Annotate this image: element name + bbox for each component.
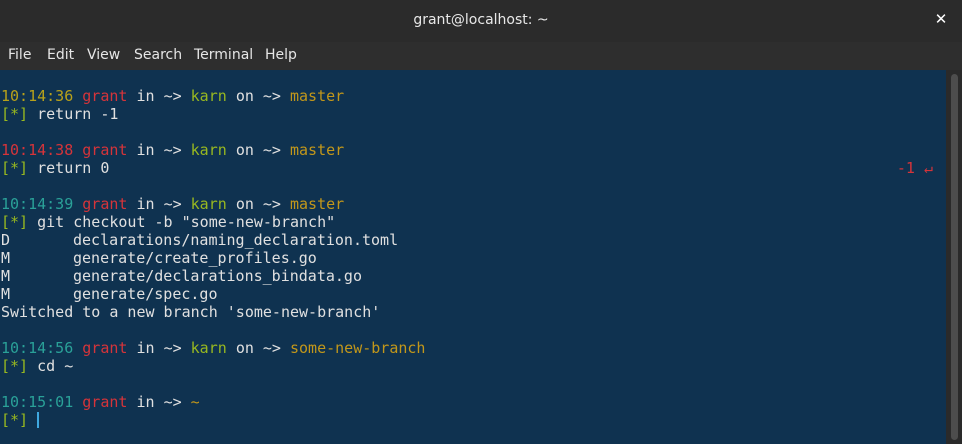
prompt-time: 10:14:38 (1, 141, 74, 159)
prompt-in: in (136, 339, 155, 357)
output-line: Mgenerate/create_profiles.go (1, 249, 317, 267)
close-button[interactable]: ✕ (934, 11, 948, 27)
prompt-arrow: ~> (163, 339, 182, 357)
prompt-arrow: ~> (262, 339, 281, 357)
terminal-window: grant@localhost: ~ ✕ File Edit View Sear… (0, 0, 962, 444)
prompt-marker: [*] (1, 213, 29, 231)
prompt-arrow: ~> (163, 141, 182, 159)
return-code: -1 ↵ (896, 159, 933, 177)
prompt-on: on (235, 195, 254, 213)
output-line: Switched to a new branch 'some-new-branc… (1, 303, 381, 321)
prompt-on: on (235, 141, 254, 159)
prompt-time: 10:14:39 (1, 195, 74, 213)
prompt-arrow: ~> (262, 141, 281, 159)
command-text: git checkout -b "some-new-branch" (37, 213, 336, 231)
text-cursor (37, 412, 40, 428)
menu-search[interactable]: Search (134, 47, 182, 63)
prompt-time: 10:14:56 (1, 339, 74, 357)
prompt-in: in (136, 393, 155, 411)
command-line[interactable]: [*] (1, 411, 40, 429)
menu-file[interactable]: File (8, 47, 31, 63)
menu-bar: File Edit View Search Terminal Help (0, 42, 962, 70)
prompt-dir: ~ (190, 393, 200, 411)
prompt-line: 10:15:01 grant in ~> ~ (1, 393, 200, 411)
command-text: return -1 (37, 105, 119, 123)
file-path: declarations/naming_declaration.toml (73, 231, 399, 249)
prompt-time: 10:14:36 (1, 87, 74, 105)
prompt-branch: some-new-branch (290, 339, 426, 357)
command-line: [*] return 0 -1 ↵ (1, 159, 941, 177)
file-path: generate/create_profiles.go (73, 249, 317, 267)
prompt-time: 10:15:01 (1, 393, 74, 411)
prompt-marker: [*] (1, 411, 29, 429)
file-status: M (1, 267, 11, 285)
command-line: [*] git checkout -b "some-new-branch" (1, 213, 335, 231)
command-line: [*] return -1 (1, 105, 941, 123)
prompt-line: 10:14:36 grant in ~> karn on ~> master (1, 87, 344, 105)
prompt-user: grant (82, 141, 128, 159)
file-status: M (1, 285, 11, 303)
menu-view[interactable]: View (87, 47, 120, 63)
file-path: generate/declarations_bindata.go (73, 267, 362, 285)
prompt-branch: master (290, 141, 345, 159)
prompt-on: on (235, 87, 254, 105)
vertical-scrollbar[interactable] (946, 70, 962, 444)
prompt-branch: master (290, 195, 345, 213)
title-bar[interactable]: grant@localhost: ~ ✕ (0, 0, 962, 42)
prompt-dir: karn (190, 141, 227, 159)
prompt-arrow: ~> (163, 87, 182, 105)
command-text: cd ~ (37, 357, 74, 375)
output-line: Mgenerate/declarations_bindata.go (1, 267, 362, 285)
prompt-branch: master (290, 87, 345, 105)
prompt-user: grant (82, 87, 128, 105)
command-line: [*] cd ~ (1, 357, 73, 375)
prompt-user: grant (82, 195, 128, 213)
prompt-in: in (136, 141, 155, 159)
prompt-arrow: ~> (262, 195, 281, 213)
menu-edit[interactable]: Edit (47, 47, 74, 63)
prompt-line: 10:14:39 grant in ~> karn on ~> master (1, 195, 344, 213)
prompt-arrow: ~> (163, 393, 182, 411)
menu-help[interactable]: Help (265, 47, 297, 63)
output-line: Mgenerate/spec.go (1, 285, 218, 303)
prompt-on: on (235, 339, 254, 357)
prompt-marker: [*] (1, 357, 29, 375)
scrollbar-thumb[interactable] (951, 74, 958, 440)
command-text: return 0 (37, 159, 110, 177)
prompt-marker: [*] (1, 105, 29, 123)
menu-terminal[interactable]: Terminal (194, 47, 253, 63)
prompt-user: grant (82, 339, 128, 357)
prompt-line: 10:14:56 grant in ~> karn on ~> some-new… (1, 339, 425, 357)
file-status: D (1, 231, 11, 249)
prompt-marker: [*] (1, 159, 29, 177)
prompt-in: in (136, 87, 155, 105)
prompt-dir: karn (190, 339, 227, 357)
prompt-line: 10:14:38 grant in ~> karn on ~> master (1, 141, 344, 159)
prompt-dir: karn (190, 87, 227, 105)
prompt-dir: karn (190, 195, 227, 213)
terminal-output[interactable]: 10:14:36 grant in ~> karn on ~> master [… (0, 70, 946, 444)
prompt-in: in (136, 195, 155, 213)
file-status: M (1, 249, 11, 267)
prompt-arrow: ~> (262, 87, 281, 105)
file-path: generate/spec.go (73, 285, 218, 303)
prompt-arrow: ~> (163, 195, 182, 213)
window-title: grant@localhost: ~ (413, 12, 549, 28)
output-line: Ddeclarations/naming_declaration.toml (1, 231, 398, 249)
prompt-user: grant (82, 393, 128, 411)
